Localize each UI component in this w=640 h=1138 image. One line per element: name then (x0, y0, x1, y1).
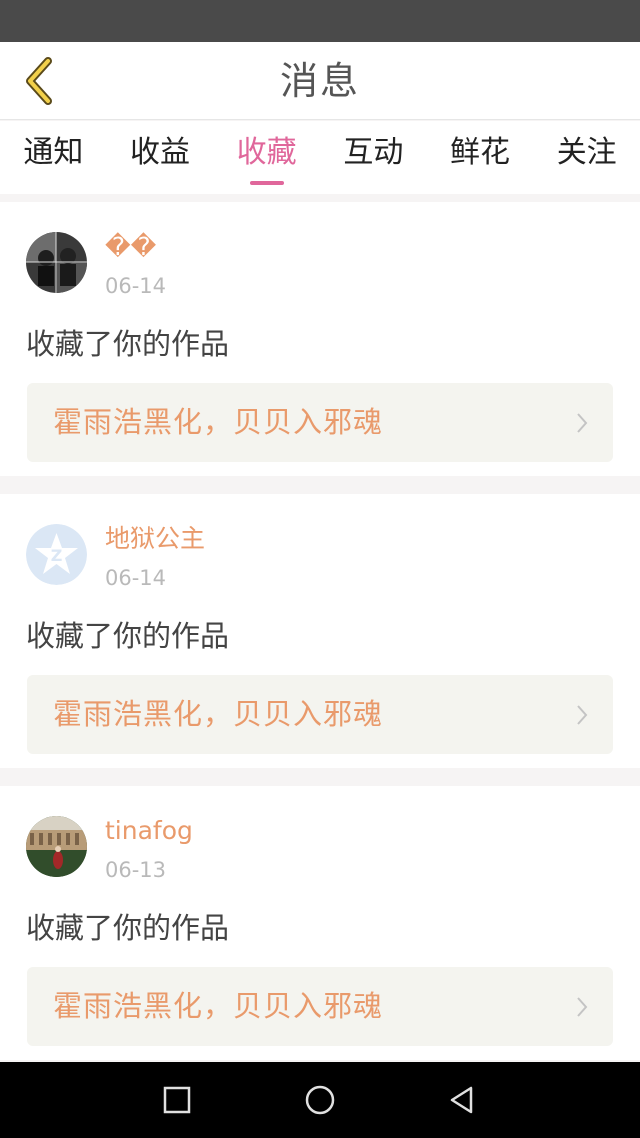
avatar[interactable] (26, 816, 87, 877)
work-link[interactable]: 霍雨浩黑化，贝贝入邪魂 (27, 967, 613, 1046)
page-title: 消息 (279, 59, 360, 103)
chevron-right-icon (577, 413, 588, 433)
work-title: 霍雨浩黑化，贝贝入邪魂 (53, 405, 384, 439)
tab-favorites[interactable]: 收藏 (213, 121, 320, 194)
svg-text:Z: Z (51, 546, 63, 565)
recent-apps-button[interactable] (157, 1080, 197, 1120)
tab-follows[interactable]: 关注 (533, 121, 640, 194)
home-icon (305, 1085, 335, 1115)
recent-apps-icon (163, 1086, 191, 1114)
back-button[interactable] (12, 54, 66, 108)
tab-label: 收益 (130, 135, 190, 170)
chevron-right-icon (577, 997, 588, 1017)
tab-label: 关注 (556, 135, 617, 170)
tab-interactions[interactable]: 互动 (320, 121, 427, 194)
tab-label: 通知 (23, 135, 84, 170)
work-title: 霍雨浩黑化，贝贝入邪魂 (53, 697, 384, 731)
photo-avatar-icon (26, 232, 87, 293)
tab-indicator (249, 181, 284, 185)
message-card: Z 地狱公主 06-14 收藏了你的作品 霍雨浩黑化，贝贝入邪魂 (0, 494, 640, 768)
tab-bar: 通知 收益 收藏 互动 鲜花 关注 (0, 121, 640, 194)
work-link[interactable]: 霍雨浩黑化，贝贝入邪魂 (27, 675, 613, 754)
avatar[interactable] (26, 232, 87, 293)
username[interactable]: 地狱公主 (105, 522, 205, 556)
avatar[interactable]: Z (26, 524, 87, 585)
tab-flowers[interactable]: 鲜花 (427, 121, 534, 194)
chevron-right-icon (577, 705, 588, 725)
system-nav-bar (0, 1062, 640, 1138)
status-bar (0, 0, 640, 42)
message-card: �� 06-14 收藏了你的作品 霍雨浩黑化，贝贝入邪魂 (0, 202, 640, 476)
action-text: 收藏了你的作品 (26, 911, 230, 945)
message-date: 06-14 (105, 274, 167, 298)
work-title: 霍雨浩黑化，贝贝入邪魂 (53, 989, 384, 1023)
tab-label: 收藏 (236, 135, 297, 170)
username[interactable]: tinafog (105, 814, 193, 848)
message-date: 06-13 (105, 858, 167, 882)
action-text: 收藏了你的作品 (26, 619, 230, 653)
tab-label: 鲜花 (450, 135, 511, 170)
action-text: 收藏了你的作品 (26, 327, 230, 361)
header: 消息 (0, 42, 640, 120)
username[interactable]: �� (105, 230, 156, 264)
palace-photo-avatar-icon (26, 816, 87, 877)
tab-label: 互动 (343, 135, 404, 170)
home-button[interactable] (300, 1080, 340, 1120)
message-card: tinafog 06-13 收藏了你的作品 霍雨浩黑化，贝贝入邪魂 (0, 786, 640, 1060)
message-date: 06-14 (105, 566, 167, 590)
work-link[interactable]: 霍雨浩黑化，贝贝入邪魂 (27, 383, 613, 462)
back-triangle-icon (450, 1086, 473, 1114)
tab-earnings[interactable]: 收益 (107, 121, 214, 194)
qzone-star-avatar-icon: Z (26, 524, 87, 585)
back-nav-button[interactable] (442, 1080, 482, 1120)
tab-notifications[interactable]: 通知 (0, 121, 107, 194)
chevron-left-icon (26, 57, 52, 105)
